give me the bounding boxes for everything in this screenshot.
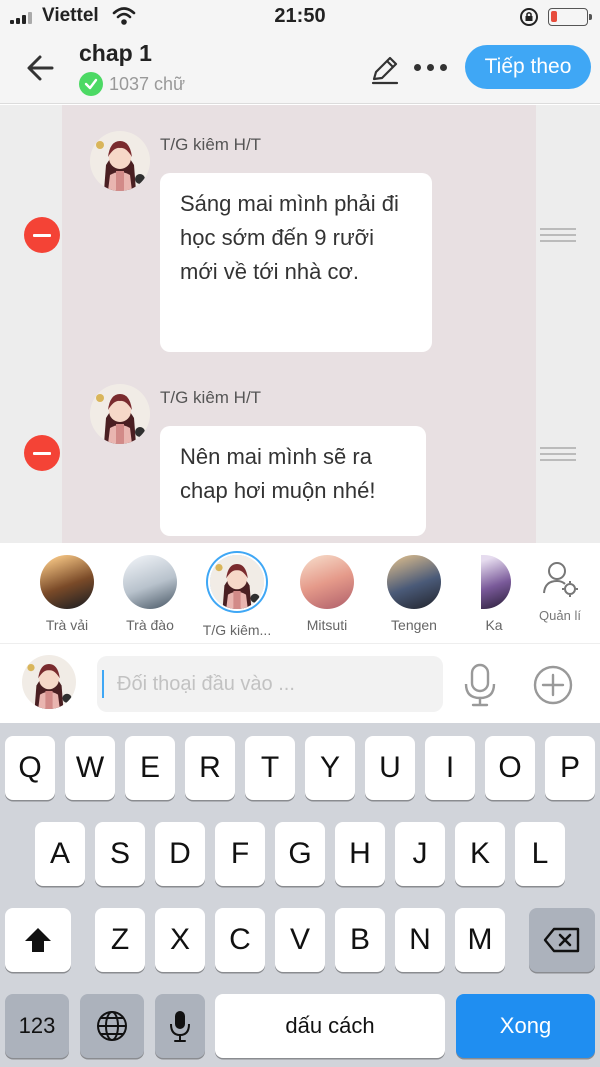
backspace-icon (543, 927, 580, 953)
character-name: Trà đào (126, 617, 174, 633)
key-e[interactable]: E (125, 736, 175, 800)
speaker-name: T/G kiêm H/T (160, 388, 262, 407)
key-i[interactable]: I (425, 736, 475, 800)
character-selector: Trà vải Trà đào T/G kiêm... Mitsuti Teng… (0, 543, 600, 643)
space-key[interactable]: dấu cách (215, 994, 445, 1058)
message-bubble[interactable]: Nên mai mình sẽ ra chap hơi muộn nhé! (160, 426, 426, 536)
text-caret (102, 670, 104, 698)
user-settings-icon (543, 562, 578, 597)
key-h[interactable]: H (335, 822, 385, 886)
key-x[interactable]: X (155, 908, 205, 972)
speaker-name: T/G kiêm H/T (160, 135, 262, 154)
key-n[interactable]: N (395, 908, 445, 972)
key-m[interactable]: M (455, 908, 505, 972)
key-a[interactable]: A (35, 822, 85, 886)
key-u[interactable]: U (365, 736, 415, 800)
key-k[interactable]: K (455, 822, 505, 886)
key-f[interactable]: F (215, 822, 265, 886)
chapter-title: chap 1 (79, 40, 152, 66)
character-name: Mitsuti (306, 617, 348, 633)
microphone-icon[interactable] (462, 662, 498, 708)
key-q[interactable]: Q (5, 736, 55, 800)
battery-icon (548, 8, 592, 26)
character-item[interactable]: Tengen (369, 555, 459, 633)
globe-icon (97, 1011, 127, 1041)
character-avatar (123, 555, 177, 609)
more-options-icon[interactable] (414, 64, 454, 74)
key-r[interactable]: R (185, 736, 235, 800)
clock: 21:50 (274, 5, 326, 27)
key-y[interactable]: Y (305, 736, 355, 800)
rotation-lock-icon (520, 8, 538, 26)
pencil-icon[interactable] (368, 52, 402, 86)
character-name: T/G kiêm... (202, 622, 272, 638)
drag-handle-icon[interactable] (540, 228, 576, 242)
key-v[interactable]: V (275, 908, 325, 972)
check-icon (79, 72, 103, 96)
next-button[interactable]: Tiếp theo (465, 45, 591, 89)
microphone-icon (170, 1011, 190, 1042)
word-count-label: 1037 chữ (109, 73, 186, 94)
nav-header: chap 1 1037 chữ Tiếp theo (0, 34, 600, 104)
shift-icon (25, 928, 51, 952)
character-avatar (387, 555, 441, 609)
character-name: Trà vải (45, 617, 89, 633)
character-name: Ka (485, 617, 503, 633)
key-w[interactable]: W (65, 736, 115, 800)
backspace-key[interactable] (529, 908, 595, 972)
key-j[interactable]: J (395, 822, 445, 886)
character-item[interactable]: Trà vải (22, 555, 112, 633)
character-item[interactable]: Trà đào (105, 555, 195, 633)
character-avatar (300, 555, 354, 609)
add-icon[interactable] (532, 664, 574, 706)
message-bubble[interactable]: Sáng mai mình phải đi học sớm đến 9 rưỡi… (160, 173, 432, 352)
chat-content: T/G kiêm H/T Sáng mai mình phải đi học s… (0, 105, 600, 543)
drag-handle-icon[interactable] (540, 447, 576, 461)
key-s[interactable]: S (95, 822, 145, 886)
character-avatar (40, 555, 94, 609)
key-p[interactable]: P (545, 736, 595, 800)
character-avatar (210, 555, 264, 609)
key-c[interactable]: C (215, 908, 265, 972)
dialog-input[interactable] (97, 656, 443, 712)
key-b[interactable]: B (335, 908, 385, 972)
key-z[interactable]: Z (95, 908, 145, 972)
remove-message-button[interactable] (24, 217, 60, 253)
key-g[interactable]: G (275, 822, 325, 886)
key-t[interactable]: T (245, 736, 295, 800)
status-bar: Viettel 21:50 (0, 0, 600, 34)
character-name: Tengen (391, 617, 437, 633)
shift-key[interactable] (5, 908, 71, 972)
back-arrow-icon[interactable] (22, 48, 62, 88)
globe-key[interactable] (80, 994, 144, 1058)
speaker-avatar (90, 131, 150, 191)
character-avatar (481, 555, 511, 609)
current-speaker-avatar[interactable] (22, 655, 76, 709)
key-o[interactable]: O (485, 736, 535, 800)
dictation-key[interactable] (155, 994, 205, 1058)
character-item-selected[interactable]: T/G kiêm... (192, 555, 282, 638)
character-item[interactable]: Mitsuti (282, 555, 372, 633)
done-key[interactable]: Xong (456, 994, 595, 1058)
character-item[interactable]: Ka (449, 555, 539, 633)
manage-label: Quản lí (539, 608, 581, 623)
manage-characters-button[interactable]: Quản lí (528, 559, 592, 623)
key-d[interactable]: D (155, 822, 205, 886)
keyboard: Q W E R T Y U I O P A S D F G H J K L Z … (0, 723, 600, 1067)
key-l[interactable]: L (515, 822, 565, 886)
speaker-avatar (90, 384, 150, 444)
numbers-key[interactable]: 123 (5, 994, 69, 1058)
word-count: 1037 chữ (79, 72, 185, 96)
input-row (0, 643, 600, 723)
remove-message-button[interactable] (24, 435, 60, 471)
